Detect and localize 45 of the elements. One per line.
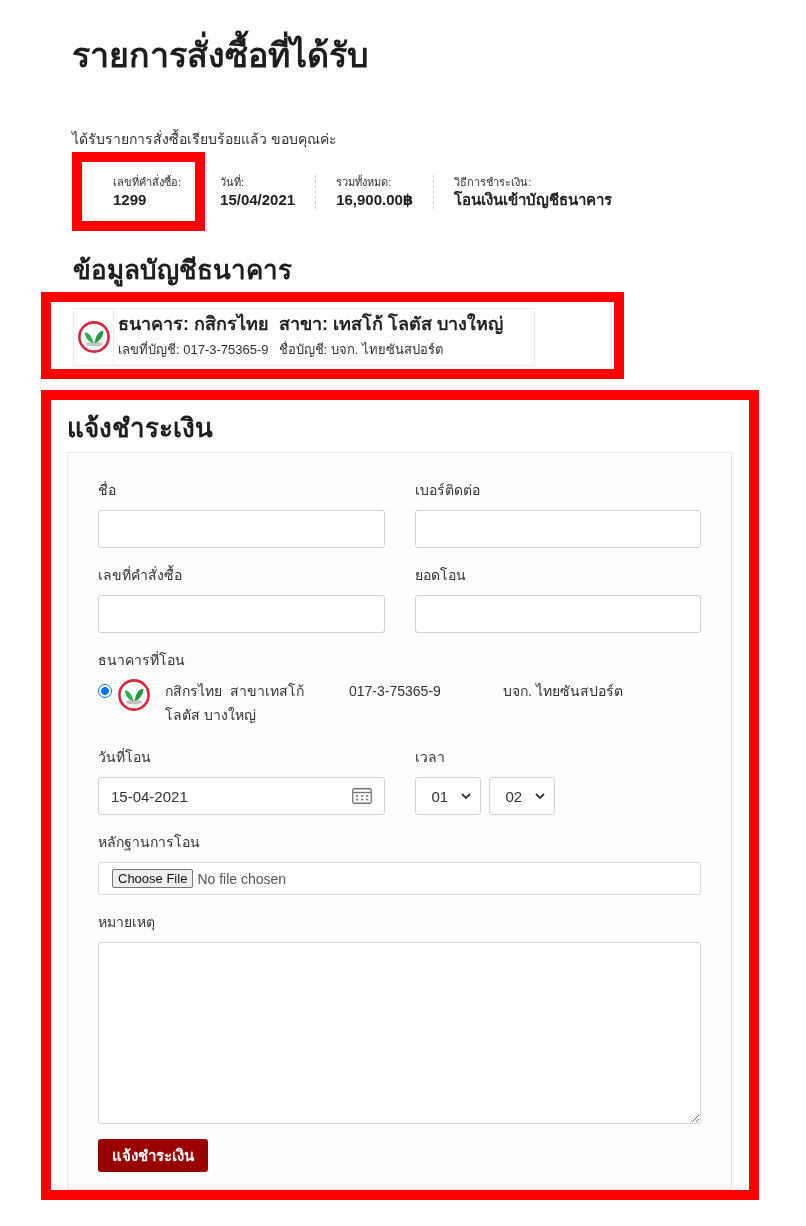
calendar-icon bbox=[351, 788, 372, 804]
chevron-down-icon bbox=[534, 793, 545, 799]
date-field[interactable]: 15-04-2021 bbox=[98, 777, 385, 815]
sprout-logo-icon bbox=[118, 679, 150, 711]
field-label: ธนาคารที่โอน bbox=[98, 650, 186, 670]
order-received-notice: ได้รับรายการสั่งซื้อเรียบร้อยแล้ว ขอบคุณค่ะ bbox=[72, 129, 338, 149]
field-label: ยอดโอน bbox=[414, 566, 467, 585]
minute-select[interactable]: 02 bbox=[488, 777, 555, 815]
sprout-logo-icon bbox=[77, 321, 110, 353]
file-status-text: No file chosen bbox=[197, 870, 287, 887]
hour-select[interactable]: 01 bbox=[414, 777, 481, 815]
chevron-down-icon bbox=[460, 793, 471, 799]
account-number-text: 017-3-75365-9 bbox=[349, 683, 441, 699]
branch-text: สาขา: เทสโก้ โลตัส บางใหญ่ bbox=[279, 312, 503, 336]
account-number-text: เลขที่บัญชี: 017-3-75365-9 bbox=[118, 340, 269, 359]
order-detail-label: วันที่: bbox=[220, 174, 246, 190]
account-name-text: ชื่อบัญชี: บจก. ไทยซันสปอร์ต bbox=[278, 340, 443, 359]
input-field[interactable] bbox=[98, 595, 385, 633]
field-label: ชื่อ bbox=[98, 480, 117, 500]
field-label: หมายเหตุ bbox=[98, 913, 156, 932]
file-input-field[interactable]: Choose File No file chosen bbox=[98, 862, 701, 895]
order-detail-value: โอนเงินเข้าบัญชีธนาคาร bbox=[454, 189, 613, 209]
field-label: หลักฐานการโอน bbox=[98, 833, 201, 852]
note-field[interactable] bbox=[98, 942, 701, 1124]
account-name-text: บจก. ไทยซันสปอร์ต bbox=[503, 683, 623, 699]
order-detail-value: 16,900.00฿ bbox=[336, 189, 414, 209]
order-detail-label: เลขที่คำสั่งซื้อ: bbox=[113, 174, 182, 190]
submit-button[interactable]: แจ้งชำระเงิน bbox=[98, 1139, 208, 1172]
section-heading: ข้อมูลบัญชีธนาคาร bbox=[73, 254, 293, 288]
order-detail-value: 1299 bbox=[113, 189, 148, 209]
bank-name-text: ธนาคาร: กสิกรไทย bbox=[118, 312, 269, 336]
input-field[interactable] bbox=[414, 510, 701, 548]
form-heading: แจ้งชำระเงิน bbox=[67, 412, 214, 445]
bank-branch-text: กสิกรไทย สาขาเทสโก้ โลตัส บางใหญ่ bbox=[165, 683, 305, 723]
order-detail-label: วิธีการชำระเงิน: bbox=[454, 174, 533, 190]
input-field[interactable] bbox=[98, 510, 385, 548]
radio-button[interactable] bbox=[98, 684, 112, 698]
order-detail-label: รวมทั้งหมด: bbox=[336, 174, 393, 190]
field-label: เวลา bbox=[414, 748, 446, 767]
input-field[interactable] bbox=[414, 595, 701, 633]
field-label: เบอร์ติดต่อ bbox=[414, 481, 481, 500]
choose-file-button[interactable]: Choose File bbox=[112, 869, 194, 888]
field-label: เลขที่คำสั่งซื้อ bbox=[98, 565, 183, 585]
order-detail-value: 15/04/2021 bbox=[220, 189, 296, 209]
field-label: วันที่โอน bbox=[98, 747, 152, 767]
